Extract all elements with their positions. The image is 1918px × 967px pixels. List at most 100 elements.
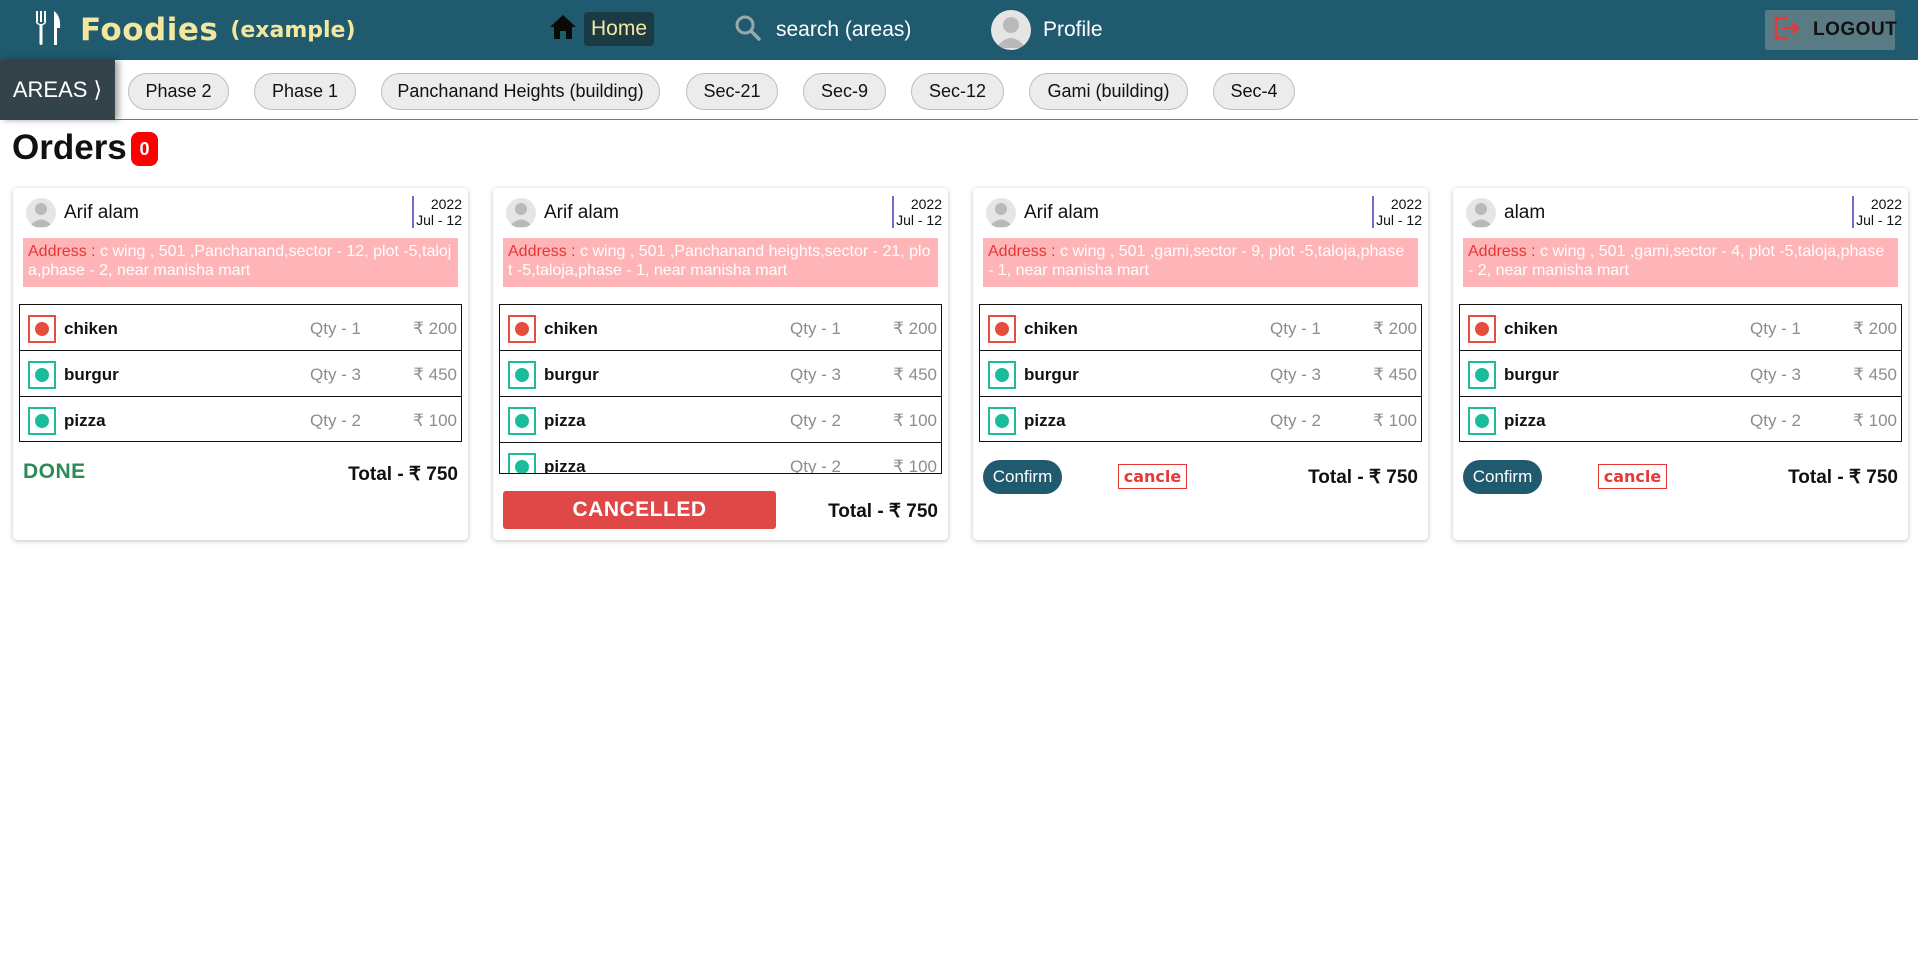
order-year: 2022: [1870, 196, 1902, 212]
orders-count-badge: 0: [131, 132, 158, 166]
order-card: alam 2022 Jul - 12 Address : c wing , 50…: [1453, 188, 1908, 540]
search-link[interactable]: search (areas): [776, 18, 911, 42]
order-day: Jul - 12: [1376, 212, 1422, 228]
area-chip[interactable]: Gami (building): [1029, 73, 1188, 110]
logout-button[interactable]: LOGOUT: [1765, 10, 1898, 50]
area-chip[interactable]: Sec-21: [686, 73, 778, 110]
order-date: 2022 Jul - 12: [1372, 196, 1422, 228]
logout-label: LOGOUT: [1813, 19, 1898, 40]
item-qty: Qty - 2: [790, 411, 842, 430]
item-name: burgur: [64, 365, 119, 384]
item-qty: Qty - 3: [310, 365, 362, 384]
item-qty: Qty - 2: [1270, 411, 1322, 430]
address-key: Address :: [508, 243, 581, 260]
top-navbar: Foodies (example) Home search (areas) Pr…: [0, 0, 1918, 60]
items-table: chiken Qty - 1 ₹ 200 burgur Qty - 3 ₹ 45…: [499, 304, 942, 474]
customer-name: Arif alam: [544, 202, 619, 223]
item-name: chiken: [544, 319, 598, 338]
non-veg-icon: [988, 315, 1016, 343]
customer-name: alam: [1504, 202, 1546, 223]
item-price: ₹ 100: [413, 411, 457, 430]
item-qty: Qty - 2: [790, 457, 842, 474]
order-item: burgur Qty - 3 ₹ 450: [20, 351, 461, 397]
card-header: Arif alam 2022 Jul - 12: [493, 188, 948, 238]
item-price: ₹ 450: [1853, 365, 1897, 384]
order-year: 2022: [1390, 196, 1422, 212]
address-block: Address : c wing , 501 ,Panchanand,secto…: [23, 238, 458, 287]
area-chip[interactable]: Sec-12: [911, 73, 1004, 110]
order-item: chiken Qty - 1 ₹ 200: [500, 305, 941, 351]
status-cancelled: CANCELLED: [503, 491, 776, 529]
item-price: ₹ 100: [893, 411, 937, 430]
item-price: ₹ 200: [893, 319, 937, 338]
item-qty: Qty - 3: [1750, 365, 1802, 384]
profile-link[interactable]: Profile: [1043, 18, 1103, 42]
area-chip[interactable]: Sec-9: [803, 73, 886, 110]
customer-name: Arif alam: [64, 202, 139, 223]
status-done: DONE: [23, 460, 86, 483]
cancel-button[interactable]: cancle: [1118, 464, 1187, 489]
veg-icon: [1468, 361, 1496, 389]
item-price: ₹ 200: [1373, 319, 1417, 338]
order-year: 2022: [430, 196, 462, 212]
veg-icon: [28, 361, 56, 389]
item-name: burgur: [1024, 365, 1079, 384]
veg-icon: [508, 453, 536, 473]
item-price: ₹ 100: [1373, 411, 1417, 430]
item-name: chiken: [64, 319, 118, 338]
order-date: 2022 Jul - 12: [892, 196, 942, 228]
item-name: pizza: [544, 411, 586, 430]
card-header: Arif alam 2022 Jul - 12: [13, 188, 468, 238]
item-qty: Qty - 3: [790, 365, 842, 384]
non-veg-icon: [508, 315, 536, 343]
address-key: Address :: [988, 243, 1061, 260]
item-name: burgur: [1504, 365, 1559, 384]
avatar: [26, 198, 56, 228]
order-item: burgur Qty - 3 ₹ 450: [1460, 351, 1901, 397]
order-day: Jul - 12: [416, 212, 462, 228]
order-day: Jul - 12: [896, 212, 942, 228]
order-total: Total - ₹ 750: [828, 501, 938, 522]
item-qty: Qty - 1: [1270, 319, 1322, 338]
home-icon: [548, 13, 578, 46]
brand[interactable]: Foodies (example): [34, 10, 356, 50]
order-item: pizza Qty - 2 ₹ 100: [980, 397, 1421, 441]
item-qty: Qty - 1: [790, 319, 842, 338]
area-chip[interactable]: Panchanand Heights (building): [381, 73, 660, 110]
order-total: Total - ₹ 750: [1308, 467, 1418, 488]
nav-home[interactable]: Home: [548, 12, 655, 46]
order-total: Total - ₹ 750: [348, 464, 458, 485]
confirm-button[interactable]: Confirm: [1463, 460, 1542, 494]
order-item: burgur Qty - 3 ₹ 450: [500, 351, 941, 397]
item-name: pizza: [544, 457, 586, 474]
item-price: ₹ 450: [413, 365, 457, 384]
item-price: ₹ 100: [893, 457, 937, 474]
area-chip[interactable]: Sec-4: [1213, 73, 1295, 110]
item-price: ₹ 450: [1373, 365, 1417, 384]
order-year: 2022: [910, 196, 942, 212]
card-header: Arif alam 2022 Jul - 12: [973, 188, 1428, 238]
item-name: pizza: [64, 411, 106, 430]
fork-knife-icon: [34, 10, 64, 51]
nav-search[interactable]: search (areas): [734, 14, 911, 46]
avatar: [991, 10, 1031, 50]
item-name: chiken: [1024, 319, 1078, 338]
area-chip[interactable]: Phase 2: [128, 73, 229, 110]
order-item: burgur Qty - 3 ₹ 450: [980, 351, 1421, 397]
order-item: pizza Qty - 2 ₹ 100: [500, 443, 941, 474]
item-price: ₹ 200: [1853, 319, 1897, 338]
card-header: alam 2022 Jul - 12: [1453, 188, 1908, 238]
veg-icon: [988, 361, 1016, 389]
home-link[interactable]: Home: [584, 12, 655, 46]
cancel-button[interactable]: cancle: [1598, 464, 1667, 489]
areas-bar: AREAS ⟩ Phase 2 Phase 1 Panchanand Heigh…: [0, 60, 1918, 120]
confirm-button[interactable]: Confirm: [983, 460, 1062, 494]
areas-label: AREAS ⟩: [0, 60, 115, 120]
nav-profile[interactable]: Profile: [991, 10, 1103, 50]
item-name: pizza: [1024, 411, 1066, 430]
veg-icon: [508, 361, 536, 389]
area-chip[interactable]: Phase 1: [254, 73, 356, 110]
veg-icon: [508, 407, 536, 435]
order-card: Arif alam 2022 Jul - 12 Address : c wing…: [13, 188, 468, 540]
order-item: pizza Qty - 2 ₹ 100: [20, 397, 461, 441]
